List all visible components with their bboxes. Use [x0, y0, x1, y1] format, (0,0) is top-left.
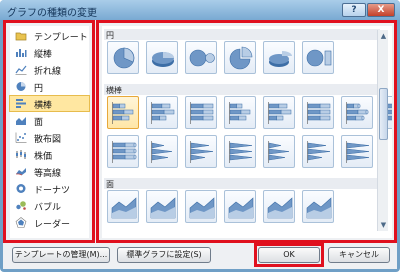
set-default-chart-button[interactable]: 標準グラフに設定(S) [117, 247, 211, 263]
manage-templates-button[interactable]: テンプレートの管理(M)... [12, 247, 110, 263]
title-bar[interactable]: グラフの種類の変更 ? X [0, 0, 400, 20]
help-button[interactable]: ? [342, 3, 366, 17]
highlight-category-list [3, 20, 95, 243]
close-button[interactable]: X [367, 3, 395, 17]
highlight-ok-button [254, 243, 324, 267]
highlight-gallery [96, 20, 397, 243]
cancel-button[interactable]: キャンセル [328, 247, 390, 263]
dialog-title: グラフの種類の変更 [7, 8, 97, 19]
